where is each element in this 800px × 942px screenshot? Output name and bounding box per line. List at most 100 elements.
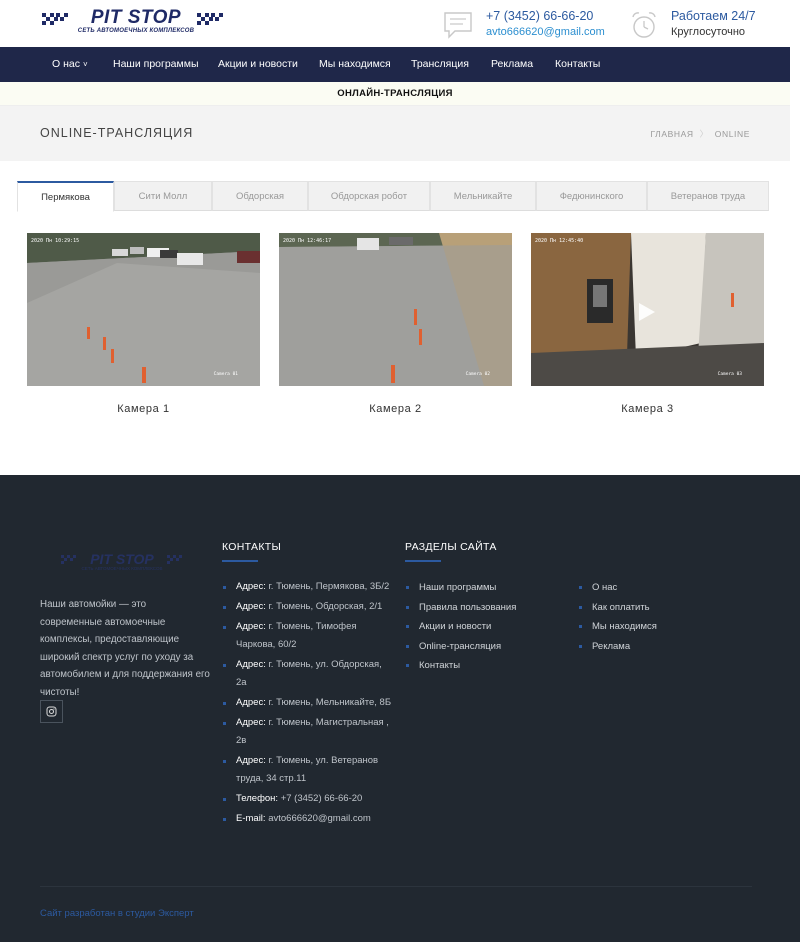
chevron-down-icon: ˅ [82, 60, 88, 69]
logo-tagline: СЕТЬ АВТОМОЕЧНЫХ КОМПЛЕКСОВ [77, 28, 195, 34]
header-hours: Работаем 24/7 Круглосуточно [630, 8, 790, 42]
camera-feed-image [27, 233, 260, 386]
footer-sections-heading: РАЗДЕЛЫ САЙТА [405, 541, 497, 562]
camera-timestamp: 2020 Пн 10:29:15 [31, 238, 80, 244]
footer-link[interactable]: Правила пользования [405, 598, 565, 618]
tab-permyakova[interactable]: Пермякова [17, 181, 114, 212]
footer-link-label[interactable]: Акции и новости [419, 621, 491, 632]
nav-item-news[interactable]: Акции и новости [218, 47, 298, 82]
footer-link-label[interactable]: Наши программы [419, 582, 496, 593]
breadcrumb-home[interactable]: ГЛАВНАЯ [650, 129, 693, 139]
footer-link-label[interactable]: Правила пользования [419, 602, 516, 613]
site-header: PIT STOP СЕТЬ АВТОМОЕЧНЫХ КОМПЛЕКСОВ +7 … [0, 0, 800, 47]
logo-text: PIT STOP [90, 7, 182, 28]
camera-preview[interactable]: 2020 Пн 10:29:15 Camera 01 [27, 233, 260, 386]
header-email[interactable]: avto666620@gmail.com [486, 26, 605, 38]
contact-address: Адрес: г. Тюмень, Тимофея Чаркова, 60/2 [222, 618, 392, 654]
play-icon[interactable] [639, 303, 655, 321]
header-contact: +7 (3452) 66-66-20 avto666620@gmail.com [443, 8, 613, 42]
checkered-flag-icon [61, 555, 76, 564]
footer-link[interactable]: Наши программы [405, 578, 565, 598]
nav-item-broadcast[interactable]: Трансляция [411, 47, 469, 82]
nav-item-about[interactable]: О нас ˅ [52, 47, 88, 82]
contact-key: Адрес: [236, 581, 266, 592]
footer-sections-col1: Наши программы Правила пользования Акции… [405, 578, 565, 676]
contact-value: г. Тюмень, Мельникайте, 8Б [265, 697, 392, 708]
site-logo[interactable]: PIT STOP СЕТЬ АВТОМОЕЧНЫХ КОМПЛЕКСОВ [40, 7, 230, 41]
tab-obdorskaya[interactable]: Обдорская [212, 181, 308, 211]
footer-logo[interactable]: PIT STOP СЕТЬ АВТОМОЕЧНЫХ КОМПЛЕКСОВ [60, 551, 184, 573]
contact-key: Адрес: [236, 717, 266, 728]
footer-divider [40, 886, 752, 887]
footer-link-label[interactable]: Контакты [419, 660, 460, 671]
footer-link[interactable]: Акции и новости [405, 617, 565, 637]
footer-link[interactable]: Контакты [405, 656, 565, 676]
contact-key: Адрес: [236, 697, 266, 708]
header-phone[interactable]: +7 (3452) 66-66-20 [486, 9, 593, 23]
contact-key: Телефон: [236, 793, 279, 804]
camera-label: Камера 2 [369, 403, 422, 415]
camera-preview[interactable]: 2020 Пн 12:45:40 Camera 03 [531, 233, 764, 386]
contact-phone: Телефон: +7 (3452) 66-66-20 [222, 790, 392, 808]
camera-feed-image [279, 233, 512, 386]
camera-card[interactable]: 2020 Пн 12:45:40 Camera 03 Камера 3 [531, 233, 764, 415]
footer-link-label[interactable]: Мы находимся [592, 621, 657, 632]
camera-timestamp: 2020 Пн 12:45:40 [535, 238, 584, 244]
camera-preview[interactable]: 2020 Пн 12:46:17 Camera 02 [279, 233, 512, 386]
tab-obdorskaya-robot[interactable]: Обдорская робот [308, 181, 430, 211]
tab-city-mall[interactable]: Сити Молл [114, 181, 212, 211]
hours-subtitle: Круглосуточно [671, 26, 746, 38]
tab-veteranov-truda[interactable]: Ветеранов труда [647, 181, 769, 211]
contact-address: Адрес: г. Тюмень, Обдорская, 2/1 [222, 598, 392, 616]
camera-label: Камера 3 [621, 403, 674, 415]
main-nav: О нас ˅ Наши программы Акции и новости Мы… [0, 47, 790, 82]
footer-link-label[interactable]: Как оплатить [592, 602, 650, 613]
checkered-flag-icon [197, 13, 223, 25]
contact-key: Адрес: [236, 755, 266, 766]
camera-tag: Camera 02 [465, 372, 490, 377]
camera-label: Камера 1 [117, 403, 170, 415]
camera-card[interactable]: 2020 Пн 10:29:15 Camera 01 Камера 1 [27, 233, 260, 415]
page-title: ONLINE-ТРАНСЛЯЦИЯ [40, 126, 194, 140]
footer-link[interactable]: Реклама [578, 637, 738, 657]
camera-tag: Camera 03 [717, 372, 742, 377]
nav-item-programs[interactable]: Наши программы [113, 47, 199, 82]
live-banner: ОНЛАЙН-ТРАНСЛЯЦИЯ [0, 82, 790, 106]
nav-item-ads[interactable]: Реклама [491, 47, 533, 82]
footer-link-label[interactable]: О нас [592, 582, 617, 593]
developer-credit-link[interactable]: Сайт разработан в студии Эксперт [40, 908, 194, 919]
checkered-flag-icon [42, 13, 68, 25]
contact-email: E-mail: avto666620@gmail.com [222, 810, 392, 828]
chat-bubble-icon [444, 12, 472, 39]
site-footer: PIT STOP СЕТЬ АВТОМОЕЧНЫХ КОМПЛЕКСОВ Наш… [0, 475, 800, 942]
contact-address: Адрес: г. Тюмень, ул. Обдорская, 2а [222, 656, 392, 692]
breadcrumb-current: ONLINE [714, 129, 750, 139]
tab-fedyuninskogo[interactable]: Федюнинского [536, 181, 647, 211]
footer-contacts-list: Адрес: г. Тюмень, Пермякова, 3Б/2 Адрес:… [222, 578, 392, 830]
camera-card[interactable]: 2020 Пн 12:46:17 Camera 02 Камера 2 [279, 233, 512, 415]
page-title-bar: ONLINE-ТРАНСЛЯЦИЯ ГЛАВНАЯ 〉 ONLINE [0, 106, 790, 161]
footer-link-label[interactable]: Реклама [592, 641, 630, 652]
footer-logo-tagline: СЕТЬ АВТОМОЕЧНЫХ КОМПЛЕКСОВ [81, 566, 163, 571]
contact-key: Адрес: [236, 621, 266, 632]
tab-melnikaite[interactable]: Мельникайте [430, 181, 536, 211]
footer-link[interactable]: Online-трансляция [405, 637, 565, 657]
camera-timestamp: 2020 Пн 12:46:17 [283, 238, 332, 244]
footer-link[interactable]: Мы находимся [578, 617, 738, 637]
nav-item-locations[interactable]: Мы находимся [319, 47, 391, 82]
footer-link-label[interactable]: Online-трансляция [419, 641, 501, 652]
instagram-icon[interactable] [40, 700, 63, 723]
contact-value: г. Тюмень, Обдорская, 2/1 [265, 601, 383, 612]
footer-link[interactable]: О нас [578, 578, 738, 598]
nav-item-label: О нас [52, 58, 80, 70]
contact-address: Адрес: г. Тюмень, ул. Ветеранов труда, 3… [222, 752, 392, 788]
footer-about-text: Наши автомойки — это современные автомое… [40, 599, 210, 698]
contact-value[interactable]: avto666620@gmail.com [266, 813, 371, 824]
instagram-glyph [46, 706, 57, 717]
contact-value[interactable]: +7 (3452) 66-66-20 [278, 793, 363, 804]
nav-item-contacts[interactable]: Контакты [555, 47, 600, 82]
footer-sections-col2: О нас Как оплатить Мы находимся Реклама [578, 578, 738, 656]
footer-link[interactable]: Как оплатить [578, 598, 738, 618]
heading-underline [222, 560, 258, 562]
contact-key: E-mail: [236, 813, 266, 824]
